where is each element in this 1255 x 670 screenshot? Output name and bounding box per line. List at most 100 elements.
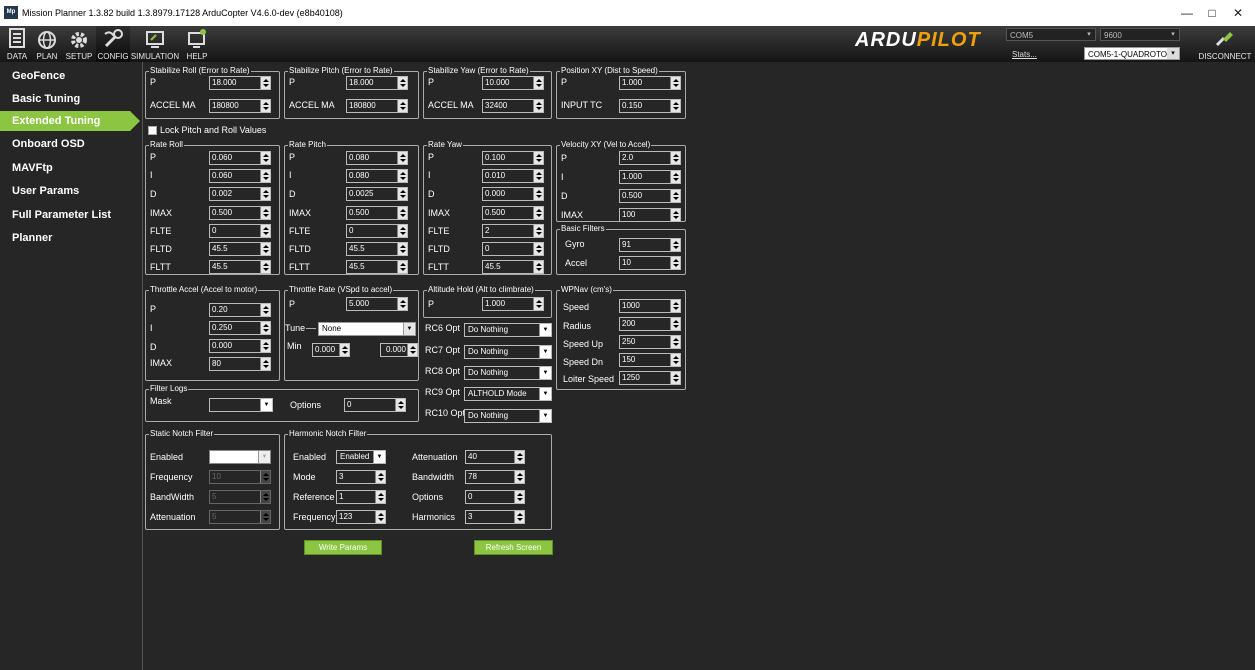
thr-rate-p-input[interactable]: 5.000 [346, 297, 408, 311]
harmonic-notch-bandwidth-input[interactable]: 78 [465, 470, 525, 484]
spinner-icon[interactable] [260, 152, 270, 164]
spinner-icon[interactable] [260, 261, 270, 273]
stab-pitch-accel-input[interactable]: 180800 [346, 99, 408, 113]
alt-hold-p-input[interactable]: 1.000 [482, 297, 544, 311]
vel-xy-d-input[interactable]: 0.500 [619, 189, 681, 203]
pos-xy-tc-input[interactable]: 0.150 [619, 99, 681, 113]
port-select[interactable]: COM5 ▾ [1006, 28, 1096, 41]
spinner-icon[interactable] [397, 100, 407, 112]
spinner-icon[interactable] [260, 243, 270, 255]
spinner-icon[interactable] [670, 100, 680, 112]
harmonic-notch-attenuation-input[interactable]: 40 [465, 450, 525, 464]
lock-pitch-roll-checkbox[interactable] [148, 126, 157, 135]
minimize-button[interactable]: — [1178, 4, 1196, 22]
rate-yaw-fltt-input[interactable]: 45.5 [482, 260, 544, 274]
sidebar-item-mavftp[interactable]: MAVFtp [0, 158, 143, 178]
spinner-icon[interactable] [397, 170, 407, 182]
spinner-icon[interactable] [397, 152, 407, 164]
sidebar-item-geofence[interactable]: GeoFence [0, 66, 143, 86]
tune-min-input[interactable]: 0.000 [312, 343, 350, 357]
stab-yaw-p-input[interactable]: 10.000 [482, 76, 544, 90]
spinner-icon[interactable] [395, 399, 405, 411]
spinner-icon[interactable] [260, 322, 270, 334]
rate-yaw-d-input[interactable]: 0.000 [482, 187, 544, 201]
log-mask-select[interactable]: ▼ [209, 398, 273, 412]
stab-yaw-accel-input[interactable]: 32400 [482, 99, 544, 113]
spinner-icon[interactable] [514, 491, 524, 503]
tune-select[interactable]: None ▼ [318, 322, 416, 336]
wp-speed-up-input[interactable]: 250 [619, 335, 681, 349]
stab-roll-p-input[interactable]: 18.000 [209, 76, 271, 90]
spinner-icon[interactable] [375, 471, 385, 483]
gyro-filter-input[interactable]: 91 [619, 238, 681, 252]
spinner-icon[interactable] [533, 100, 543, 112]
spinner-icon[interactable] [260, 100, 270, 112]
spinner-icon[interactable] [375, 491, 385, 503]
spinner-icon[interactable] [514, 451, 524, 463]
stab-roll-accel-input[interactable]: 180800 [209, 99, 271, 113]
spinner-icon[interactable] [260, 491, 270, 503]
maximize-button[interactable]: □ [1203, 4, 1221, 22]
disconnect-button[interactable]: DISCONNECT [1195, 26, 1255, 62]
spinner-icon[interactable] [533, 225, 543, 237]
spinner-icon[interactable] [533, 152, 543, 164]
rate-yaw-flte-input[interactable]: 2 [482, 224, 544, 238]
harmonic-notch-harmonics-input[interactable]: 3 [465, 510, 525, 524]
tune-max-input[interactable]: 0.000 [380, 343, 418, 357]
rate-roll-d-input[interactable]: 0.002 [209, 187, 271, 201]
spinner-icon[interactable] [260, 340, 270, 352]
rate-roll-p-input[interactable]: 0.060 [209, 151, 271, 165]
rc9-option-select[interactable]: ALTHOLD Mode ▼ [464, 387, 552, 401]
spinner-icon[interactable] [260, 511, 270, 523]
thr-accel-i-input[interactable]: 0.250 [209, 321, 271, 335]
rate-pitch-fltt-input[interactable]: 45.5 [346, 260, 408, 274]
spinner-icon[interactable] [670, 171, 680, 183]
rate-pitch-i-input[interactable]: 0.080 [346, 169, 408, 183]
spinner-icon[interactable] [339, 344, 349, 356]
rate-roll-imax-input[interactable]: 0.500 [209, 206, 271, 220]
plan-button[interactable]: PLAN [32, 26, 62, 62]
spinner-icon[interactable] [670, 300, 680, 312]
spinner-icon[interactable] [514, 471, 524, 483]
wp-loiter-speed-input[interactable]: 1250 [619, 371, 681, 385]
spinner-icon[interactable] [260, 471, 270, 483]
spinner-icon[interactable] [533, 243, 543, 255]
spinner-icon[interactable] [375, 511, 385, 523]
rc6-option-select[interactable]: Do Nothing ▼ [464, 323, 552, 337]
harmonic-notch-frequency-input[interactable]: 123 [336, 510, 386, 524]
simulation-button[interactable]: SIMULATION [130, 26, 180, 62]
rate-yaw-fltd-input[interactable]: 0 [482, 242, 544, 256]
rate-roll-flte-input[interactable]: 0 [209, 224, 271, 238]
rate-pitch-fltd-input[interactable]: 45.5 [346, 242, 408, 256]
pos-xy-p-input[interactable]: 1.000 [619, 76, 681, 90]
sidebar-item-planner[interactable]: Planner [0, 228, 143, 248]
spinner-icon[interactable] [533, 170, 543, 182]
sidebar-item-user-params[interactable]: User Params [0, 181, 143, 201]
spinner-icon[interactable] [397, 188, 407, 200]
harmonic-notch-enable-select[interactable]: Enabled ▼ [336, 450, 386, 464]
vel-xy-imax-input[interactable]: 100 [619, 208, 681, 222]
spinner-icon[interactable] [397, 243, 407, 255]
thr-accel-imax-input[interactable]: 80 [209, 357, 271, 371]
spinner-icon[interactable] [670, 318, 680, 330]
spinner-icon[interactable] [397, 225, 407, 237]
vel-xy-i-input[interactable]: 1.000 [619, 170, 681, 184]
spinner-icon[interactable] [670, 152, 680, 164]
write-params-button[interactable]: Write Params [304, 540, 382, 555]
sidebar-item-basic-tuning[interactable]: Basic Tuning [0, 89, 143, 109]
sidebar-item-extended-tuning[interactable]: Extended Tuning [0, 111, 140, 131]
spinner-icon[interactable] [670, 257, 680, 269]
spinner-icon[interactable] [533, 207, 543, 219]
spinner-icon[interactable] [533, 188, 543, 200]
sidebar-item-full-parameter-list[interactable]: Full Parameter List [0, 205, 143, 225]
spinner-icon[interactable] [397, 77, 407, 89]
rc8-option-select[interactable]: Do Nothing ▼ [464, 366, 552, 380]
spinner-icon[interactable] [670, 77, 680, 89]
accel-filter-input[interactable]: 10 [619, 256, 681, 270]
spinner-icon[interactable] [670, 354, 680, 366]
setup-button[interactable]: SETUP [62, 26, 96, 62]
spinner-icon[interactable] [397, 207, 407, 219]
rate-roll-fltt-input[interactable]: 45.5 [209, 260, 271, 274]
harmonic-notch-mode-input[interactable]: 3 [336, 470, 386, 484]
spinner-icon[interactable] [260, 77, 270, 89]
